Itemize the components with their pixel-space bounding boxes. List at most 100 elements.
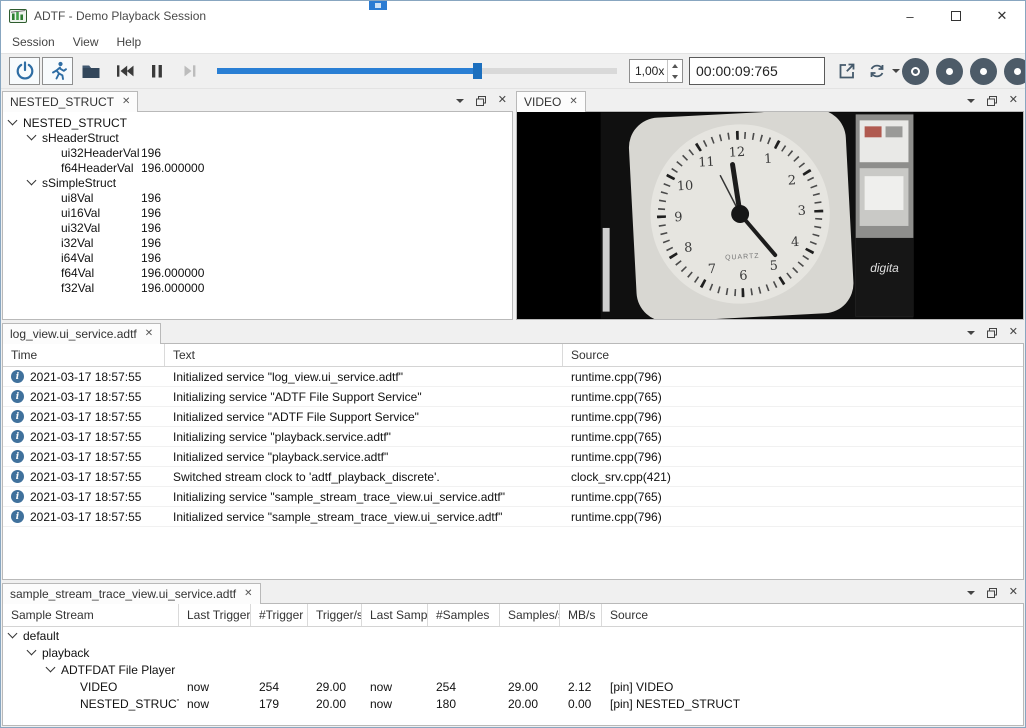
run-button[interactable]	[42, 57, 73, 85]
speed-spinbox[interactable]: 1,00x	[629, 59, 683, 83]
float-icon[interactable]	[987, 588, 997, 598]
source-value: [pin] VIDEO	[602, 680, 1023, 694]
log-row[interactable]: i 2021-03-17 18:57:55 Initializing servi…	[3, 387, 1023, 407]
titlebar[interactable]: ADTF - Demo Playback Session – ✕	[1, 1, 1025, 31]
dock-controls: ✕	[967, 95, 1018, 106]
expander-icon[interactable]	[27, 646, 37, 656]
close-button[interactable]: ✕	[979, 1, 1025, 31]
power-icon	[14, 60, 36, 82]
dock-menu-icon[interactable]	[456, 99, 464, 103]
tree-row[interactable]: ui16Val 196	[3, 205, 512, 220]
tab-close-icon[interactable]: ✕	[145, 329, 153, 339]
marker-button-3[interactable]	[970, 58, 997, 85]
column-header-sample-stream[interactable]: Sample Stream	[3, 604, 179, 626]
tree-row[interactable]: ui32Val 196	[3, 220, 512, 235]
export-button[interactable]	[831, 57, 862, 85]
float-icon[interactable]	[476, 96, 486, 106]
time-display[interactable]: 00:00:09:765	[689, 57, 825, 85]
log-row[interactable]: i 2021-03-17 18:57:55 Switched stream cl…	[3, 467, 1023, 487]
tree-row[interactable]: f64HeaderVal 196.000000	[3, 160, 512, 175]
tree-row[interactable]: f32Val 196.000000	[3, 280, 512, 295]
playback-slider-handle[interactable]	[473, 63, 482, 79]
tab-close-icon[interactable]: ✕	[122, 97, 130, 107]
skip-to-start-button[interactable]	[108, 57, 139, 85]
tree-item-value: 196	[141, 191, 161, 205]
column-header-last-trigger[interactable]: Last Trigger	[179, 604, 251, 626]
expander-icon[interactable]	[27, 176, 37, 186]
trace-row[interactable]: default	[3, 627, 1023, 644]
maximize-button[interactable]	[933, 1, 979, 31]
dock-menu-icon[interactable]	[967, 331, 975, 335]
menu-view[interactable]: View	[64, 31, 108, 53]
expander-icon[interactable]	[8, 629, 18, 639]
tree-row[interactable]: f64Val 196.000000	[3, 265, 512, 280]
marker-button-2[interactable]	[936, 58, 963, 85]
expander-icon[interactable]	[27, 131, 37, 141]
trace-row[interactable]: ADTFDAT File Player	[3, 661, 1023, 678]
tab-nested-struct[interactable]: NESTED_STRUCT ✕	[2, 91, 138, 112]
log-time: 2021-03-17 18:57:55	[30, 510, 141, 524]
tree-row[interactable]: ui8Val 196	[3, 190, 512, 205]
column-header-samples-per-s[interactable]: Samples/s	[500, 604, 560, 626]
log-row[interactable]: i 2021-03-17 18:57:55 Initializing servi…	[3, 487, 1023, 507]
tab-log-view[interactable]: log_view.ui_service.adtf ✕	[2, 323, 161, 344]
column-header-trigger-per-s[interactable]: Trigger/s	[308, 604, 362, 626]
info-icon: i	[11, 470, 24, 483]
expander-icon[interactable]	[46, 663, 56, 673]
tree-row[interactable]: i64Val 196	[3, 250, 512, 265]
marker-button-1[interactable]	[902, 58, 929, 85]
column-header-last-sample[interactable]: Last Sample	[362, 604, 428, 626]
dock-close-icon[interactable]: ✕	[1009, 327, 1018, 338]
menu-session[interactable]: Session	[3, 31, 64, 53]
pause-button[interactable]	[141, 57, 172, 85]
menu-help[interactable]: Help	[108, 31, 151, 53]
minimize-button[interactable]: –	[887, 1, 933, 31]
log-row[interactable]: i 2021-03-17 18:57:55 Initialized servic…	[3, 407, 1023, 427]
tab-label: sample_stream_trace_view.ui_service.adtf	[10, 587, 236, 601]
trace-row[interactable]: playback	[3, 644, 1023, 661]
tree-row[interactable]: ui32HeaderVal 196	[3, 145, 512, 160]
log-row[interactable]: i 2021-03-17 18:57:55 Initialized servic…	[3, 367, 1023, 387]
tree-item-label: i64Val	[61, 251, 93, 265]
column-header-time[interactable]: Time	[3, 344, 165, 366]
magazine-brand-text: digita	[870, 261, 899, 275]
dock-close-icon[interactable]: ✕	[498, 95, 507, 106]
loop-button[interactable]	[864, 57, 890, 85]
tree-row[interactable]: sHeaderStruct	[3, 130, 512, 145]
playback-slider-groove[interactable]	[217, 68, 617, 74]
log-row[interactable]: i 2021-03-17 18:57:55 Initialized servic…	[3, 507, 1023, 527]
column-header-mb-per-s[interactable]: MB/s	[560, 604, 602, 626]
column-header-num-trigger[interactable]: #Trigger	[251, 604, 308, 626]
tab-video[interactable]: VIDEO ✕	[516, 91, 586, 112]
log-row[interactable]: i 2021-03-17 18:57:55 Initialized servic…	[3, 447, 1023, 467]
column-header-source[interactable]: Source	[563, 344, 1023, 366]
tab-trace-view[interactable]: sample_stream_trace_view.ui_service.adtf…	[2, 583, 261, 604]
tree-row[interactable]: i32Val 196	[3, 235, 512, 250]
playback-slider[interactable]	[217, 63, 617, 79]
column-header-num-samples[interactable]: #Samples	[428, 604, 500, 626]
column-header-source[interactable]: Source	[602, 604, 1023, 626]
tab-close-icon[interactable]: ✕	[244, 589, 252, 599]
float-icon[interactable]	[987, 328, 997, 338]
dock-close-icon[interactable]: ✕	[1009, 95, 1018, 106]
dock-menu-icon[interactable]	[967, 99, 975, 103]
float-icon[interactable]	[987, 96, 997, 106]
taskbar-peek-icon[interactable]	[369, 1, 387, 10]
dock-close-icon[interactable]: ✕	[1009, 587, 1018, 598]
power-button[interactable]	[9, 57, 40, 85]
skip-to-end-button[interactable]	[174, 57, 205, 85]
trace-row[interactable]: VIDEO now 254 29.00 now 254 29.00 2.12 […	[3, 678, 1023, 695]
speed-down-button[interactable]	[668, 71, 682, 82]
loop-dropdown-icon[interactable]	[892, 69, 900, 73]
dock-menu-icon[interactable]	[967, 591, 975, 595]
tree-row[interactable]: sSimpleStruct	[3, 175, 512, 190]
column-header-text[interactable]: Text	[165, 344, 563, 366]
expander-icon[interactable]	[8, 116, 18, 126]
tree-row[interactable]: NESTED_STRUCT	[3, 115, 512, 130]
open-file-button[interactable]	[75, 57, 106, 85]
tab-close-icon[interactable]: ✕	[569, 97, 577, 107]
trace-row[interactable]: NESTED_STRUCT now 179 20.00 now 180 20.0…	[3, 695, 1023, 712]
marker-button-4[interactable]	[1004, 58, 1026, 85]
log-row[interactable]: i 2021-03-17 18:57:55 Initializing servi…	[3, 427, 1023, 447]
speed-up-button[interactable]	[668, 60, 682, 71]
